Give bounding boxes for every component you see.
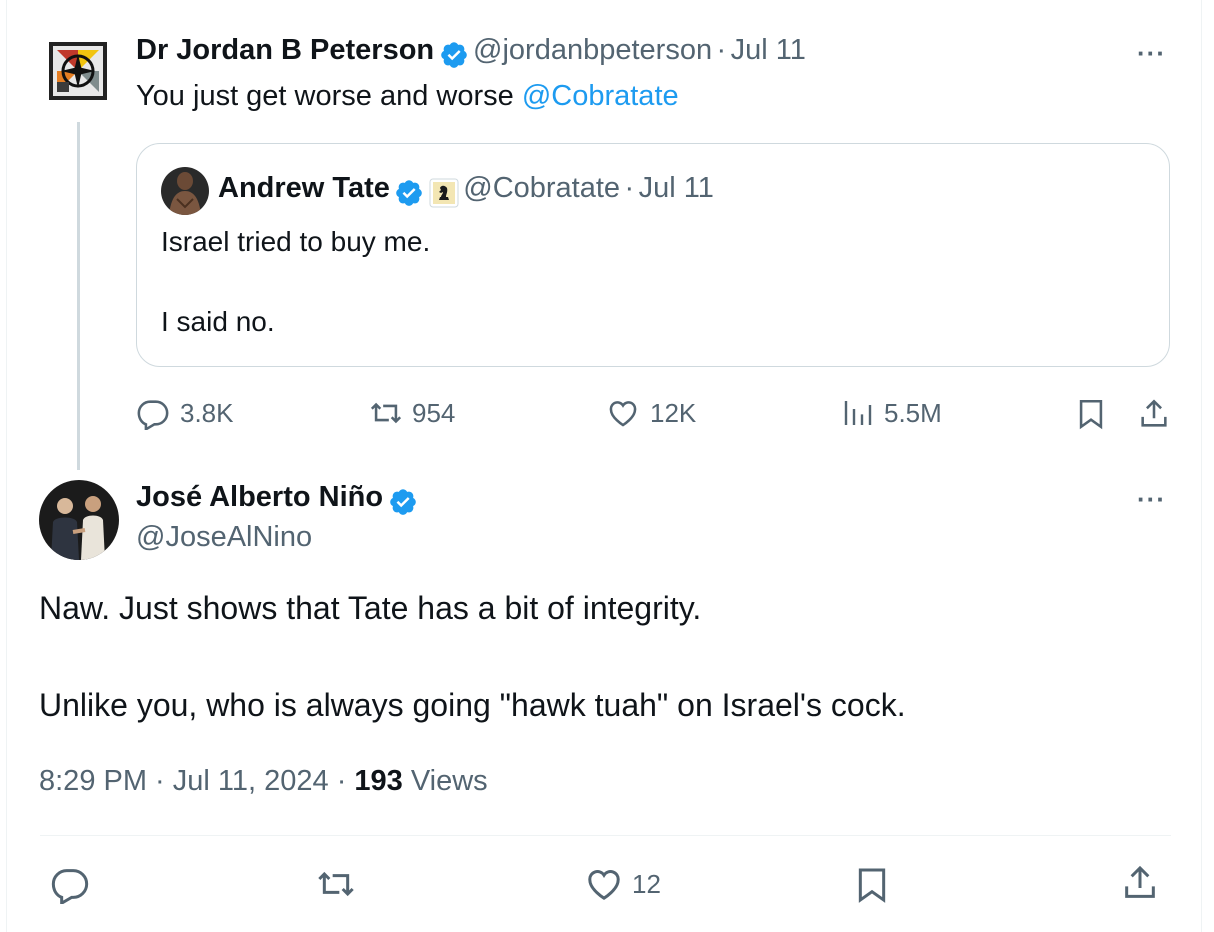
repost-button[interactable]: 954	[368, 396, 455, 430]
bookmark-button[interactable]	[1074, 396, 1108, 437]
quote-header: Andrew Tate @Cobratate · Jul 11	[218, 172, 714, 208]
more-options-icon[interactable]: ···	[1137, 484, 1166, 515]
reply-icon	[50, 869, 90, 908]
reply-count: 3.8K	[180, 397, 234, 428]
repost-icon	[314, 871, 358, 908]
tweet2-text-line2: Unlike you, who is always going "hawk tu…	[39, 687, 906, 723]
quote-author-handle[interactable]: @Cobratate	[463, 172, 620, 204]
bookmark-icon	[852, 868, 892, 910]
separator-dot: ·	[624, 172, 635, 204]
quote-date[interactable]: Jul 11	[639, 172, 714, 204]
tweet-text: You just get worse and worse	[136, 80, 522, 112]
separator-dot: ·	[716, 34, 727, 66]
views-count: 193	[354, 765, 403, 797]
mention-link[interactable]: @Cobratate	[522, 80, 679, 112]
share-button[interactable]	[1120, 862, 1160, 909]
like-count: 12	[632, 868, 661, 899]
reply-button[interactable]	[50, 864, 90, 909]
author-handle[interactable]: @jordanbpeterson	[473, 34, 712, 66]
reply-button[interactable]: 3.8K	[136, 396, 234, 430]
author-name[interactable]: José Alberto Niño	[136, 481, 383, 513]
verified-badge-icon	[394, 178, 424, 208]
repost-count: 954	[412, 397, 456, 428]
like-button[interactable]: 12K	[606, 396, 696, 430]
reply-icon	[136, 396, 170, 430]
like-count: 12K	[650, 397, 697, 428]
tweet2-text-line1: Naw. Just shows that Tate has a bit of i…	[39, 590, 702, 626]
bookmark-icon	[1074, 399, 1108, 436]
more-options-icon[interactable]: ···	[1137, 38, 1166, 69]
like-button[interactable]: 12	[584, 864, 661, 904]
repost-icon	[368, 396, 404, 430]
author-name[interactable]: Dr Jordan B Peterson	[136, 34, 434, 66]
verified-badge-icon	[388, 487, 418, 517]
chess-knight-badge-icon	[429, 178, 459, 208]
quote-text-line2: I said no.	[161, 306, 275, 337]
quote-text-line1: Israel tried to buy me.	[161, 226, 431, 257]
share-icon	[1137, 399, 1171, 436]
thread-line	[77, 122, 80, 470]
verified-badge-icon	[439, 40, 469, 70]
heart-icon	[606, 396, 640, 430]
analytics-icon	[842, 396, 874, 430]
views-button[interactable]: 5.5M	[842, 396, 942, 430]
share-button[interactable]	[1137, 396, 1171, 437]
avatar-josealnino[interactable]	[39, 480, 119, 560]
avatar-cobratate	[161, 167, 209, 215]
quote-author-name[interactable]: Andrew Tate	[218, 172, 390, 204]
divider	[40, 835, 1171, 836]
bookmark-button[interactable]	[852, 864, 892, 911]
repost-button[interactable]	[314, 864, 358, 909]
heart-icon	[584, 864, 624, 904]
views-count: 5.5M	[884, 397, 942, 428]
tweet2-header: José Alberto Niño	[136, 481, 418, 517]
tweet-metadata: 8:29 PM · Jul 11, 2024 · 193 Views	[39, 765, 488, 798]
tweet1-text: You just get worse and worse @Cobratate	[136, 80, 679, 113]
share-icon	[1120, 865, 1160, 908]
tweet1-header: Dr Jordan B Peterson @jordanbpeterson · …	[136, 34, 806, 70]
avatar-jordanbpeterson[interactable]	[49, 42, 107, 100]
tweet-timestamp[interactable]: 8:29 PM · Jul 11, 2024 ·	[39, 765, 354, 797]
views-label: Views	[402, 765, 488, 797]
author-handle[interactable]: @JoseAlNino	[136, 521, 312, 554]
tweet-date[interactable]: Jul 11	[731, 34, 806, 66]
